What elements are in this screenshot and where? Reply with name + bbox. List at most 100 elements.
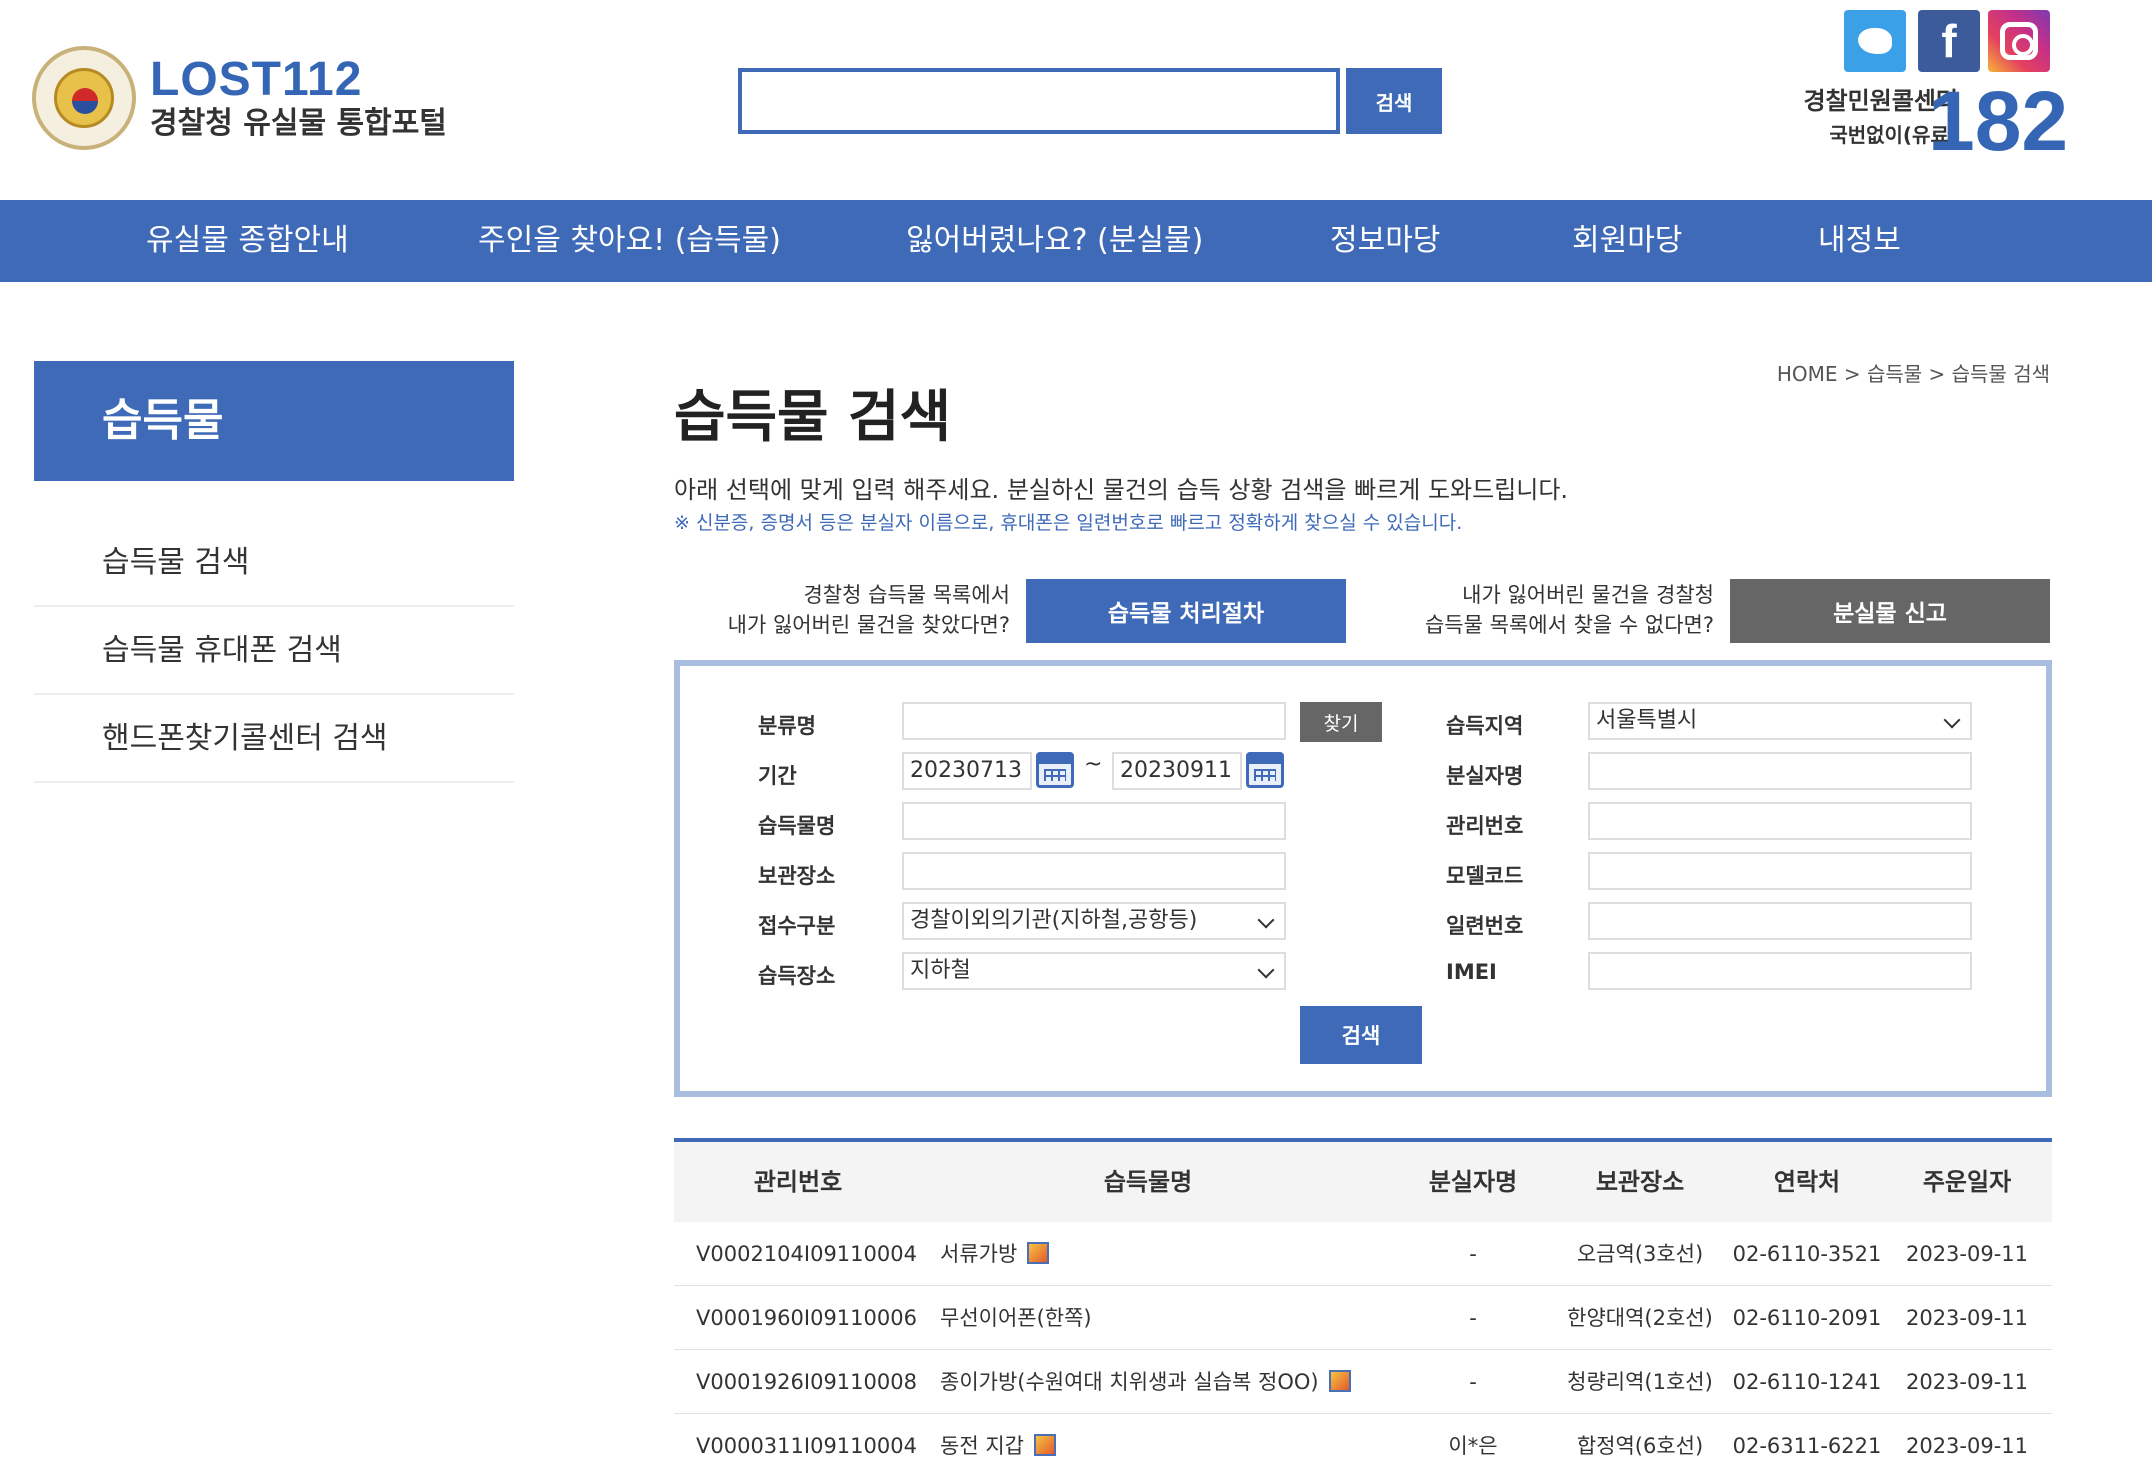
item-name-label: 습득물명 — [758, 814, 836, 838]
image-icon — [1033, 1434, 1056, 1456]
row-item-name[interactable]: 서류가방 — [940, 1242, 1017, 1266]
page-title: 습득물 검색 — [674, 385, 952, 450]
period-label: 기간 — [758, 764, 797, 788]
owner-name-input[interactable] — [1588, 752, 1972, 790]
nav-item-lost[interactable]: 잃어버렸나요? (분실물) — [906, 200, 1203, 282]
procedure-question-line1: 경찰청 습득물 목록에서 — [803, 583, 1010, 607]
row-id[interactable]: V0000311I09110004 — [696, 1414, 917, 1470]
procedure-question-line2: 내가 잃어버린 물건을 찾았다면? — [727, 613, 1010, 637]
found-place-value: 지하철 — [910, 958, 971, 983]
column-header-storage: 보관장소 — [1595, 1168, 1685, 1196]
row-date: 2023-09-11 — [1905, 1242, 2029, 1266]
procedure-button[interactable]: 습득물 처리절차 — [1026, 579, 1346, 643]
date-to-input[interactable]: 20230911 — [1112, 752, 1242, 790]
column-header-date: 주운일자 — [1922, 1168, 2012, 1196]
page-description: 아래 선택에 맞게 입력 해주세요. 분실하신 물건의 습득 상황 검색을 빠르… — [674, 476, 1569, 504]
storage-input[interactable] — [902, 852, 1286, 890]
sidebar-item-callcenter-search[interactable]: 핸드폰찾기콜센터 검색 — [34, 695, 514, 783]
top-search-button[interactable]: 검색 — [1346, 68, 1442, 134]
main-nav: 유실물 종합안내 주인을 찾아요! (습득물) 잃어버렸나요? (분실물) 정보… — [0, 200, 2152, 282]
row-item[interactable]: 서류가방 — [940, 1222, 1050, 1286]
row-owner: - — [1469, 1306, 1477, 1330]
site-logo[interactable]: LOST112 경찰청 유실물 통합포털 — [32, 46, 447, 150]
category-find-button[interactable]: 찾기 — [1300, 702, 1382, 742]
row-item[interactable]: 동전 지갑 — [940, 1414, 1056, 1470]
serial-no-input[interactable] — [1588, 902, 1972, 940]
logo-title: LOST112 — [150, 53, 363, 106]
top-search-input[interactable] — [738, 68, 1340, 134]
table-header: 관리번호 습득물명 분실자명 보관장소 연락처 주운일자 — [674, 1138, 2052, 1222]
sidebar-item-found-search[interactable]: 습득물 검색 — [34, 519, 514, 607]
report-question-line2: 습득물 목록에서 찾을 수 없다면? — [1424, 613, 1714, 637]
police-emblem-icon — [32, 46, 136, 150]
row-item-name[interactable]: 무선이어폰(한쪽) — [940, 1306, 1092, 1330]
row-storage: 오금역(3호선) — [1576, 1242, 1704, 1266]
column-header-owner: 분실자명 — [1428, 1168, 1518, 1196]
row-date: 2023-09-11 — [1905, 1306, 2029, 1330]
nav-item-info[interactable]: 정보마당 — [1330, 200, 1440, 282]
found-region-label: 습득지역 — [1446, 714, 1524, 738]
report-question: 내가 잃어버린 물건을 경찰청 습득물 목록에서 찾을 수 없다면? — [1354, 580, 1714, 640]
serial-no-label: 일련번호 — [1446, 914, 1524, 938]
row-item-name[interactable]: 종이가방(수원여대 치위생과 실습복 정OO) — [940, 1370, 1319, 1394]
owner-name-label: 분실자명 — [1446, 764, 1524, 788]
row-date: 2023-09-11 — [1905, 1370, 2029, 1394]
row-storage: 청량리역(1호선) — [1567, 1370, 1713, 1394]
column-header-item: 습득물명 — [1103, 1168, 1193, 1196]
receipt-type-select[interactable]: 경찰이외의기관(지하철,공항등) — [902, 902, 1286, 940]
table-row[interactable]: V0001960I09110006 무선이어폰(한쪽) - 한양대역(2호선) … — [674, 1286, 2052, 1350]
management-no-label: 관리번호 — [1446, 814, 1524, 838]
category-input[interactable] — [902, 702, 1286, 740]
management-no-input[interactable] — [1588, 802, 1972, 840]
calendar-from-icon[interactable] — [1036, 752, 1074, 788]
table-row[interactable]: V0001926I09110008 종이가방(수원여대 치위생과 실습복 정OO… — [674, 1350, 2052, 1414]
twitter-icon[interactable] — [1844, 10, 1906, 72]
model-code-input[interactable] — [1588, 852, 1972, 890]
results-table: 관리번호 습득물명 분실자명 보관장소 연락처 주운일자 V0002104I09… — [674, 1138, 2052, 1470]
table-row[interactable]: V0002104I09110004 서류가방 - 오금역(3호선) 02-611… — [674, 1222, 2052, 1286]
page-note: ※ 신분증, 증명서 등은 분실자 이름으로, 휴대폰은 일련번호로 빠르고 정… — [674, 512, 1463, 534]
row-id[interactable]: V0001926I09110008 — [696, 1350, 917, 1414]
nav-item-found[interactable]: 주인을 찾아요! (습득물) — [478, 200, 781, 282]
image-icon — [1328, 1370, 1351, 1392]
breadcrumb: HOME > 습득물 > 습득물 검색 — [1776, 362, 2050, 386]
report-lost-button[interactable]: 분실물 신고 — [1730, 579, 2050, 643]
row-storage: 합정역(6호선) — [1576, 1434, 1704, 1458]
row-item-name[interactable]: 동전 지갑 — [940, 1434, 1024, 1458]
row-item[interactable]: 무선이어폰(한쪽) — [940, 1286, 1092, 1350]
found-region-value: 서울특별시 — [1596, 708, 1698, 733]
category-label: 분류명 — [758, 714, 816, 738]
nav-item-member[interactable]: 회원마당 — [1572, 200, 1682, 282]
row-phone: 02-6311-6221 — [1732, 1434, 1882, 1458]
row-owner: - — [1469, 1370, 1477, 1394]
date-from-input[interactable]: 20230713 — [902, 752, 1032, 790]
calendar-to-icon[interactable] — [1246, 752, 1284, 788]
nav-item-myinfo[interactable]: 내정보 — [1818, 200, 1901, 282]
imei-input[interactable] — [1588, 952, 1972, 990]
sidebar-item-phone-search[interactable]: 습득물 휴대폰 검색 — [34, 607, 514, 695]
row-owner: 이*은 — [1448, 1434, 1498, 1458]
row-phone: 02-6110-2091 — [1732, 1306, 1882, 1330]
nav-item-guide[interactable]: 유실물 종합안내 — [146, 200, 349, 282]
row-id[interactable]: V0002104I09110004 — [696, 1222, 917, 1286]
receipt-type-value: 경찰이외의기관(지하철,공항등) — [910, 908, 1198, 933]
row-item[interactable]: 종이가방(수원여대 치위생과 실습복 정OO) — [940, 1350, 1351, 1414]
row-date: 2023-09-11 — [1905, 1434, 2029, 1458]
table-row[interactable]: V0000311I09110004 동전 지갑 이*은 합정역(6호선) 02-… — [674, 1414, 2052, 1470]
site-header: LOST112 경찰청 유실물 통합포털 검색 f 경찰민원콜센터 국번없이(유… — [0, 0, 2152, 200]
found-region-select[interactable]: 서울특별시 — [1588, 702, 1972, 740]
row-id[interactable]: V0001960I09110006 — [696, 1286, 917, 1350]
item-name-input[interactable] — [902, 802, 1286, 840]
report-question-line1: 내가 잃어버린 물건을 경찰청 — [1462, 583, 1714, 607]
facebook-icon[interactable]: f — [1918, 10, 1980, 72]
row-storage: 한양대역(2호선) — [1567, 1306, 1713, 1330]
instagram-icon[interactable] — [1988, 10, 2050, 72]
sidebar-title: 습득물 — [34, 361, 514, 481]
storage-label: 보관장소 — [758, 864, 836, 888]
row-phone: 02-6110-1241 — [1732, 1370, 1882, 1394]
form-search-button[interactable]: 검색 — [1300, 1006, 1422, 1064]
image-icon — [1027, 1242, 1050, 1264]
column-header-id: 관리번호 — [753, 1168, 843, 1196]
search-panel: 분류명 찾기 기간 20230713 ~ 20230911 습득물명 보관장소 … — [674, 660, 2052, 1097]
found-place-select[interactable]: 지하철 — [902, 952, 1286, 990]
